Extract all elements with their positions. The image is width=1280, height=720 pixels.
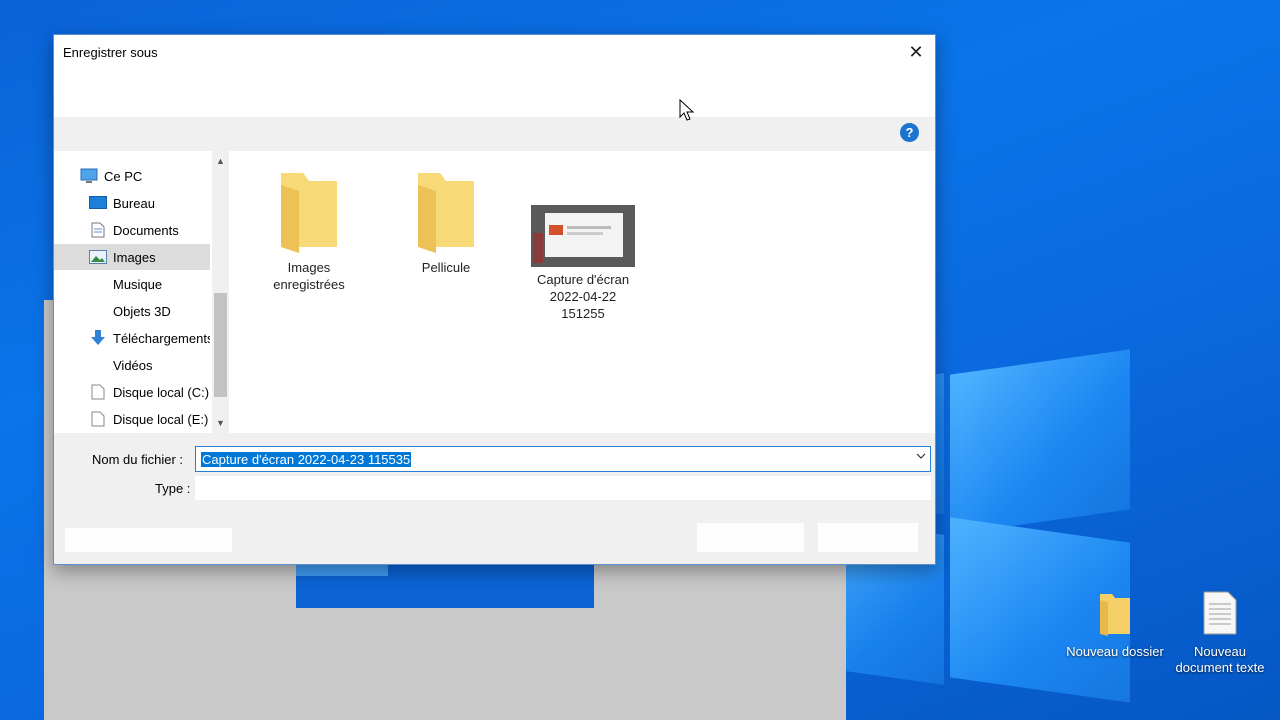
- desktop-icon-label: Nouveau: [1193, 644, 1247, 659]
- help-button[interactable]: ?: [900, 123, 919, 142]
- videos-icon: [89, 357, 107, 373]
- nav-item-music[interactable]: Musique: [54, 271, 210, 297]
- close-button[interactable]: ✕: [901, 39, 931, 65]
- windows-logo-pane: [950, 349, 1130, 535]
- nav-item-downloads[interactable]: Téléchargements: [54, 325, 210, 351]
- nav-item-pictures[interactable]: Images: [54, 244, 210, 270]
- nav-item-videos[interactable]: Vidéos: [54, 352, 210, 378]
- download-icon: [89, 330, 107, 346]
- filename-input[interactable]: Capture d'écran 2022-04-23 115535: [195, 446, 931, 472]
- background-window-image: [296, 562, 594, 608]
- music-icon: [89, 276, 107, 292]
- filename-value: Capture d'écran 2022-04-23 115535: [201, 451, 412, 467]
- filename-label: Nom du fichier :: [92, 452, 184, 467]
- file-item-image[interactable]: Capture d'écran 2022-04-22 151255: [528, 205, 638, 322]
- nav-item-drive-c[interactable]: Disque local (C:): [54, 379, 210, 405]
- chevron-up-icon[interactable]: ▲: [212, 153, 229, 169]
- desktop-icon-label: document texte: [1175, 660, 1265, 675]
- nav-item-drive-e[interactable]: Disque local (E:): [54, 406, 210, 432]
- hide-folders-button[interactable]: [65, 528, 232, 552]
- folder-icon: [418, 173, 474, 253]
- file-item-folder[interactable]: Pellicule: [391, 169, 501, 276]
- objects3d-icon: [89, 303, 107, 319]
- save-form: Nom du fichier : Capture d'écran 2022-04…: [54, 433, 935, 564]
- navigation-pane: Ce PC Bureau Documents Images Musique Ob…: [54, 151, 230, 433]
- cancel-button[interactable]: [818, 523, 918, 552]
- desktop-icon-new-folder[interactable]: Nouveau dossier: [1060, 590, 1170, 660]
- type-label: Type :: [155, 481, 191, 496]
- image-thumbnail: [531, 205, 635, 267]
- type-select[interactable]: [195, 476, 931, 500]
- text-file-icon: [1203, 591, 1237, 635]
- pc-icon: [80, 168, 98, 184]
- save-button[interactable]: [697, 523, 804, 552]
- pictures-icon: [89, 249, 107, 265]
- nav-item-desktop[interactable]: Bureau: [54, 190, 210, 216]
- mouse-cursor-icon: [679, 99, 695, 121]
- desktop-icon-new-text-document[interactable]: Nouveau document texte: [1165, 590, 1275, 676]
- chevron-down-icon[interactable]: [916, 451, 926, 464]
- desktop-icon: [89, 195, 107, 211]
- file-item-folder[interactable]: Images enregistrées: [254, 169, 364, 293]
- file-view: Images enregistrées Pellicule Capture d'…: [230, 151, 935, 433]
- folder-icon: [1100, 594, 1130, 636]
- scrollbar-thumb[interactable]: [214, 293, 227, 397]
- nav-item-documents[interactable]: Documents: [54, 217, 210, 243]
- nav-item-this-pc[interactable]: Ce PC: [54, 163, 210, 189]
- save-as-dialog: Enregistrer sous ✕ ? Ce PC Bureau Docume…: [53, 34, 936, 565]
- toolbar: ?: [54, 117, 935, 151]
- help-icon: ?: [905, 125, 914, 140]
- dialog-title: Enregistrer sous: [63, 45, 158, 60]
- nav-item-3d-objects[interactable]: Objets 3D: [54, 298, 210, 324]
- drive-icon: [89, 411, 107, 427]
- nav-scrollbar[interactable]: ▲ ▼: [212, 151, 229, 433]
- drive-icon: [89, 384, 107, 400]
- folder-icon: [281, 173, 337, 253]
- close-icon: ✕: [908, 41, 924, 62]
- desktop-icon-label: Nouveau dossier: [1066, 644, 1164, 659]
- chevron-down-icon[interactable]: ▼: [212, 415, 229, 431]
- documents-icon: [89, 222, 107, 238]
